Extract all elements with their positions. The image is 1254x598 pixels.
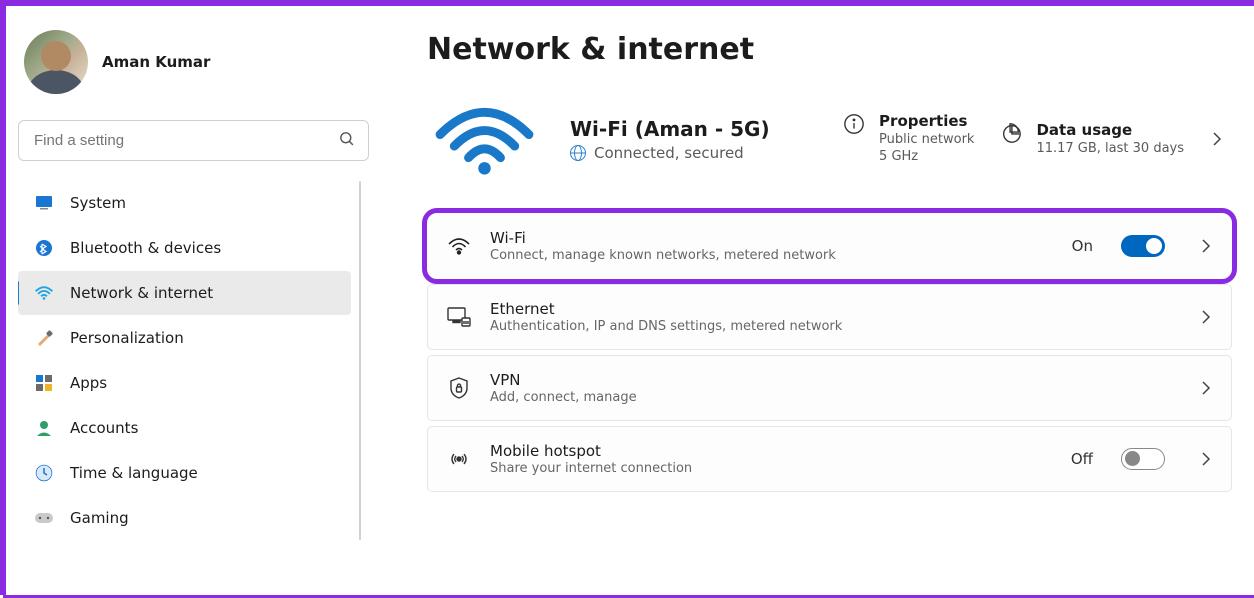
- row-title: Wi-Fi: [490, 229, 836, 247]
- toggle-state-label: On: [1072, 237, 1093, 255]
- sidebar-item-time[interactable]: Time & language: [18, 451, 351, 495]
- data-usage-title: Data usage: [1036, 121, 1184, 139]
- wifi-row-icon: [446, 233, 472, 259]
- chevron-right-icon[interactable]: [1199, 310, 1213, 324]
- wifi-icon: [34, 283, 54, 303]
- row-title: Ethernet: [490, 300, 842, 318]
- properties-sub: Public network 5 GHz: [879, 132, 974, 166]
- profile-block[interactable]: Aman Kumar: [18, 24, 369, 100]
- row-sub: Add, connect, manage: [490, 390, 637, 405]
- hotspot-toggle[interactable]: [1121, 448, 1165, 470]
- settings-list: Wi-Fi Connect, manage known networks, me…: [427, 213, 1232, 492]
- chevron-right-icon[interactable]: [1210, 132, 1224, 146]
- time-icon: [34, 463, 54, 483]
- data-usage-icon: [1000, 122, 1022, 144]
- info-icon: [843, 113, 865, 135]
- sidebar-item-label: System: [70, 194, 126, 212]
- properties-title: Properties: [879, 112, 974, 130]
- gaming-icon: [34, 508, 54, 528]
- apps-icon: [34, 373, 54, 393]
- connection-state: Connected, secured: [570, 144, 770, 162]
- hotspot-icon: [446, 446, 472, 472]
- ethernet-icon: [446, 304, 472, 330]
- page-title: Network & internet: [427, 32, 1232, 67]
- row-wifi[interactable]: Wi-Fi Connect, manage known networks, me…: [427, 213, 1232, 279]
- bluetooth-icon: [34, 238, 54, 258]
- sidebar-item-label: Time & language: [70, 464, 198, 482]
- search-input[interactable]: [32, 131, 338, 150]
- sidebar-item-label: Bluetooth & devices: [70, 239, 221, 257]
- chevron-right-icon[interactable]: [1199, 381, 1213, 395]
- row-vpn[interactable]: VPN Add, connect, manage: [427, 355, 1232, 421]
- sidebar-nav: System Bluetooth & devices Network & int…: [18, 181, 369, 540]
- row-title: VPN: [490, 371, 637, 389]
- avatar: [24, 30, 88, 94]
- system-icon: [34, 193, 54, 213]
- chevron-right-icon[interactable]: [1199, 239, 1213, 253]
- row-sub: Connect, manage known networks, metered …: [490, 248, 836, 263]
- row-ethernet[interactable]: Ethernet Authentication, IP and DNS sett…: [427, 284, 1232, 350]
- row-sub: Share your internet connection: [490, 461, 692, 476]
- row-hotspot[interactable]: Mobile hotspot Share your internet conne…: [427, 426, 1232, 492]
- sidebar: Aman Kumar System Bluetooth & devices Ne…: [6, 6, 381, 595]
- sidebar-item-label: Apps: [70, 374, 107, 392]
- wifi-toggle[interactable]: [1121, 235, 1165, 257]
- sidebar-item-label: Accounts: [70, 419, 138, 437]
- sidebar-item-bluetooth[interactable]: Bluetooth & devices: [18, 226, 351, 270]
- data-usage-sub: 11.17 GB, last 30 days: [1036, 141, 1184, 158]
- sidebar-item-apps[interactable]: Apps: [18, 361, 351, 405]
- sidebar-item-network[interactable]: Network & internet: [18, 271, 351, 315]
- wifi-signal-icon: [427, 99, 542, 179]
- sidebar-item-label: Network & internet: [70, 284, 213, 302]
- sidebar-item-gaming[interactable]: Gaming: [18, 496, 351, 540]
- row-title: Mobile hotspot: [490, 442, 692, 460]
- connection-status-card: Wi-Fi (Aman - 5G) Connected, secured Pro…: [427, 87, 1232, 203]
- profile-name: Aman Kumar: [102, 53, 210, 71]
- accounts-icon: [34, 418, 54, 438]
- main-content: Network & internet Wi-Fi (Aman - 5G) Con…: [381, 6, 1254, 595]
- vpn-icon: [446, 375, 472, 401]
- sidebar-item-label: Gaming: [70, 509, 129, 527]
- sidebar-item-accounts[interactable]: Accounts: [18, 406, 351, 450]
- row-sub: Authentication, IP and DNS settings, met…: [490, 319, 842, 334]
- chevron-right-icon[interactable]: [1199, 452, 1213, 466]
- sidebar-item-system[interactable]: System: [18, 181, 351, 225]
- search-box[interactable]: [18, 120, 369, 161]
- properties-block[interactable]: Properties Public network 5 GHz: [843, 112, 974, 166]
- data-usage-block[interactable]: Data usage 11.17 GB, last 30 days: [1000, 121, 1184, 158]
- toggle-state-label: Off: [1071, 450, 1093, 468]
- brush-icon: [34, 328, 54, 348]
- sidebar-item-personalization[interactable]: Personalization: [18, 316, 351, 360]
- sidebar-item-label: Personalization: [70, 329, 184, 347]
- connection-name: Wi-Fi (Aman - 5G): [570, 117, 770, 141]
- globe-icon: [570, 145, 586, 161]
- search-icon: [338, 130, 355, 151]
